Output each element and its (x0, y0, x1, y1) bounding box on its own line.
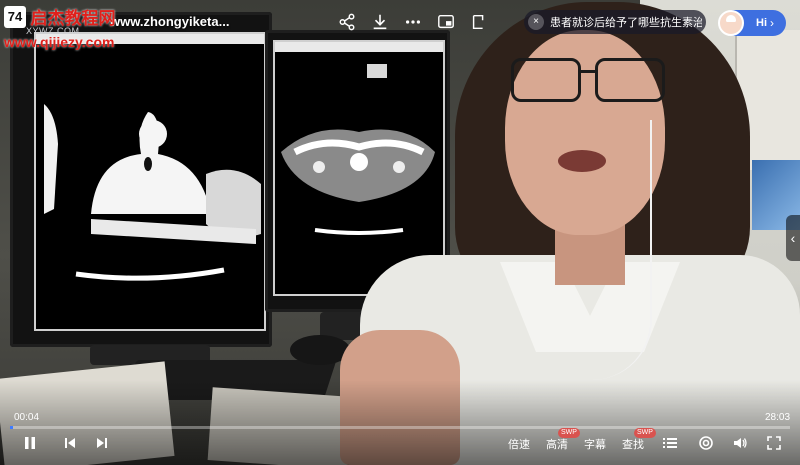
volume-button[interactable] (730, 432, 750, 454)
volume-icon (734, 438, 747, 448)
assistant-avatar-icon (718, 10, 744, 36)
speed-button[interactable]: 倍速 (508, 436, 530, 452)
quality-label: 高清 (546, 439, 568, 451)
search-badge: SWP (634, 428, 656, 438)
pause-button[interactable] (20, 432, 40, 454)
playlist-button[interactable] (660, 432, 680, 454)
playlist-icon (663, 438, 677, 448)
video-title: www.zhongyiketa... (110, 14, 230, 29)
mini-window-icon[interactable] (467, 10, 491, 34)
pause-icon (25, 437, 35, 449)
previous-button[interactable] (60, 432, 80, 454)
close-icon[interactable]: × (528, 14, 544, 30)
fullscreen-icon (767, 436, 781, 450)
site-watermark: 74 启杰教程网 XYWZ.COM www.qijiezy.com (4, 4, 115, 50)
download-icon[interactable] (368, 10, 392, 34)
top-toolbar (335, 10, 500, 34)
share-icon[interactable] (335, 10, 359, 34)
quality-button[interactable]: 高清 SWP (546, 428, 580, 452)
focus-button[interactable] (696, 432, 716, 454)
watermark-logo-icon: 74 (4, 5, 26, 28)
progress-fill (10, 426, 14, 429)
ai-question-pill[interactable]: × 患者就诊后给予了哪些抗生素治... (524, 10, 706, 34)
picture-in-picture-icon[interactable] (434, 10, 458, 34)
ai-question-text[interactable]: 患者就诊后给予了哪些抗生素治... (550, 14, 702, 30)
next-icon (97, 438, 107, 448)
watermark-url: www.qijiezy.com (4, 34, 115, 50)
target-icon (699, 436, 713, 450)
side-panel-toggle[interactable]: ‹ (786, 215, 800, 261)
chevron-right-icon: › (770, 16, 774, 30)
assistant-label: Hi (756, 17, 767, 29)
progress-bar[interactable] (10, 426, 790, 429)
ct-scan-image (44, 104, 261, 281)
more-icon[interactable] (401, 10, 425, 34)
previous-icon (65, 438, 75, 448)
total-time: 28:03 (765, 412, 791, 423)
ct-monitor-left (10, 12, 272, 347)
ai-assistant-button[interactable]: Hi › (718, 10, 786, 36)
current-time: 00:04 (14, 412, 40, 423)
video-player[interactable]: 74 启杰教程网 XYWZ.COM www.qijiezy.com www.zh… (0, 0, 800, 465)
search-label: 查找 (622, 439, 644, 451)
subtitle-button[interactable]: 字幕 (584, 436, 606, 452)
search-button[interactable]: 查找 SWP (622, 428, 656, 452)
next-button[interactable] (92, 432, 112, 454)
earphone-cable (560, 120, 652, 380)
quality-badge: SWP (558, 428, 580, 438)
fullscreen-button[interactable] (764, 432, 784, 454)
presenter-glasses (503, 58, 673, 102)
chevron-left-icon: ‹ (790, 230, 796, 246)
control-bar: 倍速 高清 SWP 字幕 查找 SWP (0, 428, 800, 454)
